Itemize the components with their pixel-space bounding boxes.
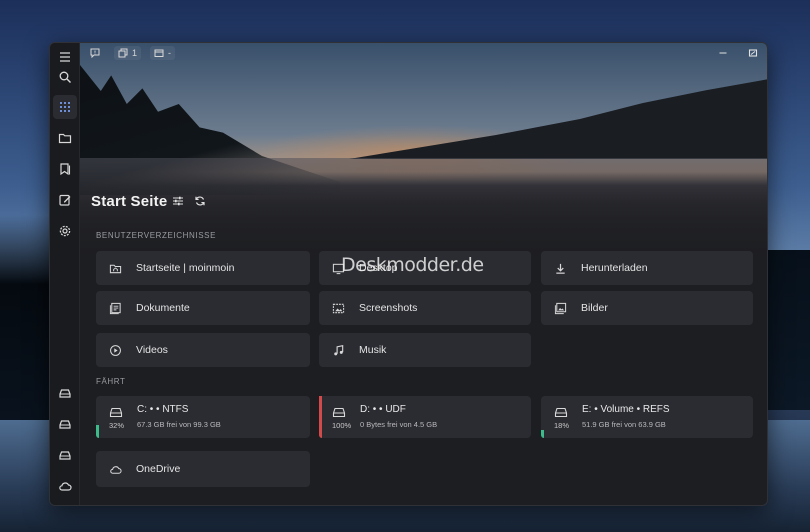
- tile-label: Dokumente: [136, 302, 190, 314]
- sliders-icon: [173, 196, 183, 206]
- tile-pictures[interactable]: Bilder: [541, 291, 753, 325]
- title-tools: [171, 193, 207, 209]
- tabs-icon: [118, 48, 128, 58]
- sidebar-drive-d[interactable]: [53, 412, 77, 436]
- drive-icon: [59, 451, 71, 460]
- sidebar-drive-c[interactable]: [53, 381, 77, 405]
- tile-label: Videos: [136, 344, 168, 356]
- minimize-icon: [719, 52, 727, 54]
- bookmark-icon: [60, 163, 71, 176]
- music-icon: [333, 344, 343, 355]
- tile-label: OneDrive: [136, 463, 181, 475]
- feedback-icon: [90, 48, 100, 58]
- drive-percent: 32%: [109, 421, 125, 430]
- home-folder-icon: [109, 264, 121, 273]
- screenshots-icon: [332, 303, 344, 313]
- sidebar-item-home[interactable]: [53, 95, 77, 119]
- drive-usage-bar: [319, 396, 322, 438]
- window-icon: [154, 49, 164, 57]
- download-icon: [555, 263, 565, 274]
- tile-downloads[interactable]: Herunterladen: [541, 251, 753, 285]
- sidebar-drive-e[interactable]: [53, 443, 77, 467]
- tile-videos[interactable]: Videos: [96, 333, 310, 367]
- drive-free-space: 51.9 GB frei von 63.9 GB: [582, 420, 666, 429]
- restore-icon: [748, 49, 758, 57]
- hamburger-icon: [60, 52, 70, 62]
- customize-button[interactable]: [171, 193, 185, 209]
- new-window-button[interactable]: -: [150, 46, 175, 60]
- drive-c[interactable]: 32% C: • • NTFS 67.3 GB frei von 99.3 GB: [96, 396, 310, 438]
- files-app-window: 1 - Start Seite BENUTZERVERZEICHNISSE St…: [49, 42, 768, 506]
- watermark: Deskmodder.de: [341, 254, 484, 276]
- drive-percent: 18%: [554, 421, 570, 430]
- sidebar-item-folders[interactable]: [53, 126, 77, 150]
- gear-icon: [59, 225, 71, 237]
- sidebar-item-bookmarks[interactable]: [53, 157, 77, 181]
- refresh-icon: [195, 196, 205, 206]
- drive-icon: [59, 389, 71, 398]
- drive-icon: [332, 407, 346, 418]
- minimize-button[interactable]: [714, 46, 732, 60]
- tile-label: Musik: [359, 344, 387, 356]
- cloud-icon: [109, 465, 122, 474]
- pictures-icon: [554, 302, 566, 314]
- maximize-button[interactable]: [744, 46, 762, 60]
- drive-d[interactable]: 100% D: • • UDF 0 Bytes frei von 4.5 GB: [319, 396, 531, 438]
- title-bar: 1 -: [80, 43, 767, 63]
- tile-home-folder[interactable]: Startseite | moinmoin: [96, 251, 310, 285]
- drive-e[interactable]: 18% E: • Volume • REFS 51.9 GB frei von …: [541, 396, 753, 438]
- cloud-icon: [59, 482, 72, 491]
- tile-screenshots[interactable]: Screenshots: [319, 291, 531, 325]
- tile-music[interactable]: Musik: [319, 333, 531, 367]
- sidebar-item-notes[interactable]: [53, 188, 77, 212]
- tile-label: Herunterladen: [581, 262, 648, 274]
- refresh-button[interactable]: [193, 193, 207, 209]
- videos-icon: [109, 344, 121, 356]
- sidebar-onedrive[interactable]: [53, 474, 77, 498]
- settings-button[interactable]: [53, 219, 77, 243]
- tile-label: Screenshots: [359, 302, 418, 314]
- drive-usage-bar: [541, 430, 544, 438]
- section-label-drives: FÄHRT: [96, 377, 126, 386]
- edit-icon: [59, 194, 71, 206]
- apps-grid-icon: [60, 102, 70, 112]
- drive-icon: [109, 407, 123, 418]
- search-button[interactable]: [53, 65, 77, 89]
- documents-icon: [109, 302, 121, 314]
- tile-label: Startseite | moinmoin: [136, 262, 235, 274]
- tabs-button[interactable]: 1: [114, 46, 142, 60]
- drive-name: E: • Volume • REFS: [582, 404, 670, 415]
- drive-free-space: 0 Bytes frei von 4.5 GB: [360, 420, 438, 429]
- folder-button-label: -: [168, 48, 171, 58]
- folder-icon: [58, 133, 72, 144]
- drive-icon: [59, 420, 71, 429]
- drive-name: C: • • NTFS: [137, 404, 189, 415]
- section-label-user-dirs: BENUTZERVERZEICHNISSE: [96, 231, 217, 240]
- tab-count: 1: [132, 48, 138, 58]
- hero-mountain-silhouette: [349, 79, 767, 159]
- drive-usage-bar: [96, 425, 99, 438]
- tile-onedrive[interactable]: OneDrive: [96, 451, 310, 487]
- drive-icon: [554, 407, 568, 418]
- tile-label: Bilder: [581, 302, 608, 314]
- feedback-button[interactable]: [86, 46, 104, 60]
- drive-name: D: • • UDF: [360, 404, 406, 415]
- tile-documents[interactable]: Dokumente: [96, 291, 310, 325]
- search-icon: [59, 71, 71, 83]
- drive-percent: 100%: [332, 421, 352, 430]
- sidebar-rail: [50, 43, 80, 505]
- drive-free-space: 67.3 GB frei von 99.3 GB: [137, 420, 221, 429]
- page-title: Start Seite: [91, 193, 168, 210]
